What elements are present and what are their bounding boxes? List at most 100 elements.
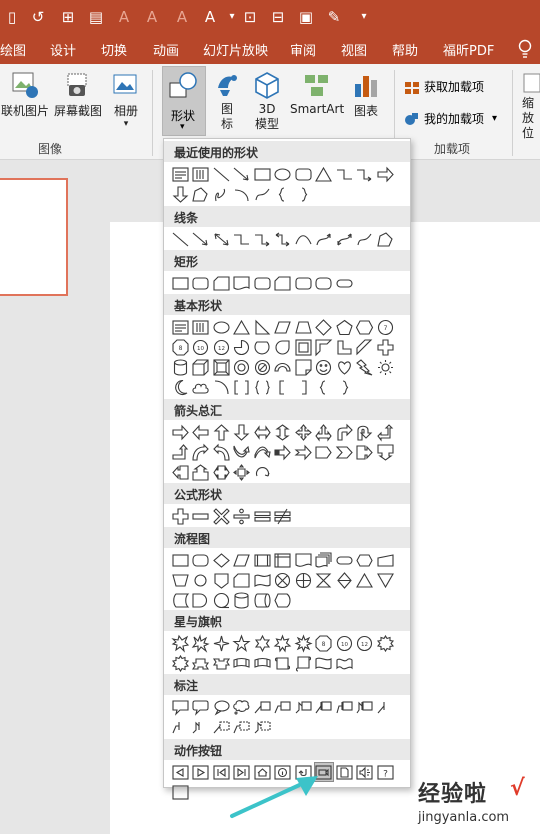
bracketr-shape-icon[interactable] [293, 377, 314, 397]
quadarrow-shape-icon[interactable] [293, 422, 314, 442]
star4-shape-icon[interactable] [211, 633, 232, 653]
diamond-shape-icon[interactable] [314, 317, 335, 337]
curvearrow-shape-icon[interactable] [314, 229, 335, 249]
num10-shape-icon[interactable]: 10 [334, 633, 355, 653]
lcallout3n-shape-icon[interactable] [191, 717, 212, 737]
donut-shape-icon[interactable] [232, 357, 253, 377]
chevron-down-icon[interactable]: ▾ [222, 7, 242, 27]
decagon-shape-icon[interactable]: 8 [314, 633, 335, 653]
lrcallout-shape-icon[interactable] [211, 462, 232, 482]
tab-transitions[interactable]: 切换 [101, 40, 127, 59]
diagstripe-shape-icon[interactable] [355, 337, 376, 357]
keyboard-icon[interactable]: ▤ [86, 7, 106, 27]
rcallout2-shape-icon[interactable] [191, 697, 212, 717]
wcallout-shape-icon[interactable] [170, 697, 191, 717]
fdirect-shape-icon[interactable] [252, 590, 273, 610]
text-effects-icon[interactable]: A [200, 7, 220, 27]
tab-design[interactable]: 设计 [50, 40, 76, 59]
pen-icon[interactable]: ✎ [324, 7, 344, 27]
bentarrow-shape-icon[interactable] [334, 422, 355, 442]
fdata-shape-icon[interactable] [232, 550, 253, 570]
scurve-shape-icon[interactable] [355, 229, 376, 249]
eqequal-shape-icon[interactable] [252, 506, 273, 526]
elbow-shape-icon[interactable] [232, 229, 253, 249]
elbowarrow-shape-icon[interactable] [355, 164, 376, 184]
lshape-shape-icon[interactable] [334, 337, 355, 357]
hexagon-shape-icon[interactable] [355, 317, 376, 337]
sun-shape-icon[interactable] [375, 357, 396, 377]
lrarrow-shape-icon[interactable] [252, 422, 273, 442]
triangle-shape-icon[interactable] [232, 317, 253, 337]
uarrow-shape-icon[interactable] [211, 422, 232, 442]
ellipse-shape-icon[interactable] [211, 317, 232, 337]
fdisplay-shape-icon[interactable] [273, 590, 294, 610]
lightning-shape-icon[interactable] [355, 357, 376, 377]
curve-shape-icon[interactable] [293, 229, 314, 249]
notchedr-shape-icon[interactable] [293, 442, 314, 462]
wave-shape-icon[interactable] [314, 653, 335, 673]
font-size-icon[interactable]: A [172, 7, 192, 27]
blockarc-shape-icon[interactable] [273, 357, 294, 377]
fmanop-shape-icon[interactable] [170, 570, 191, 590]
lupbent-shape-icon[interactable] [375, 422, 396, 442]
decagon-shape-icon[interactable]: 8 [170, 337, 191, 357]
star7-shape-icon[interactable] [273, 633, 294, 653]
ccallout-shape-icon[interactable] [232, 697, 253, 717]
rect-shape-icon[interactable] [170, 273, 191, 293]
scurve-shape-icon[interactable] [252, 184, 273, 204]
quadcallout-shape-icon[interactable] [232, 462, 253, 482]
dblbrace-shape-icon[interactable] [252, 377, 273, 397]
lcallout1-shape-icon[interactable] [252, 697, 273, 717]
tab-slideshow[interactable]: 幻灯片放映 [203, 40, 268, 59]
heptagon-shape-icon[interactable]: 7 [375, 317, 396, 337]
rarrow-shape-icon[interactable] [375, 164, 396, 184]
font-increase-icon[interactable]: A [114, 7, 134, 27]
fterm-shape-icon[interactable] [334, 273, 355, 293]
fdecision-shape-icon[interactable] [211, 550, 232, 570]
fcard-shape-icon[interactable] [273, 273, 294, 293]
curvedbl-shape-icon[interactable] [334, 229, 355, 249]
lruarrow-shape-icon[interactable] [314, 422, 335, 442]
lcallout1d-shape-icon[interactable] [211, 717, 232, 737]
chord-shape-icon[interactable] [252, 337, 273, 357]
star5-shape-icon[interactable] [232, 633, 253, 653]
for-shape-icon[interactable] [293, 570, 314, 590]
font-decrease-icon[interactable]: A [142, 7, 162, 27]
fseq-shape-icon[interactable] [211, 590, 232, 610]
my-addins-button[interactable]: 我的加载项 ▾ [404, 110, 497, 127]
fterm-shape-icon[interactable] [334, 550, 355, 570]
darrow-shape-icon[interactable] [170, 184, 191, 204]
moon-shape-icon[interactable] [170, 377, 191, 397]
fmultidoc-shape-icon[interactable] [314, 550, 335, 570]
brace-shape-icon[interactable] [314, 377, 335, 397]
fconn-shape-icon[interactable] [191, 570, 212, 590]
nosymbol-shape-icon[interactable] [252, 357, 273, 377]
elbowdbl-shape-icon[interactable] [273, 229, 294, 249]
dodec-shape-icon[interactable]: 12 [211, 337, 232, 357]
explosion2-shape-icon[interactable] [191, 633, 212, 653]
cloud-shape-icon[interactable] [191, 377, 212, 397]
dwave-shape-icon[interactable] [334, 653, 355, 673]
group-icon[interactable]: ⊡ [240, 7, 260, 27]
bracket-shape-icon[interactable] [273, 377, 294, 397]
fprep-shape-icon[interactable] [355, 550, 376, 570]
star6-shape-icon[interactable] [252, 633, 273, 653]
dblarrow-shape-icon[interactable] [211, 229, 232, 249]
num10-shape-icon[interactable]: 10 [191, 337, 212, 357]
scribble-shape-icon[interactable] [211, 184, 232, 204]
tab-draw[interactable]: 绘图 [0, 40, 26, 59]
freeform-shape-icon[interactable] [191, 184, 212, 204]
curvedr-shape-icon[interactable] [191, 442, 212, 462]
darrow-shape-icon[interactable] [232, 422, 253, 442]
uturn-shape-icon[interactable] [355, 422, 376, 442]
lcallout2n-shape-icon[interactable] [170, 717, 191, 737]
eqminus-shape-icon[interactable] [191, 506, 212, 526]
eqplus-shape-icon[interactable] [170, 506, 191, 526]
vtextbox-shape-icon[interactable] [191, 317, 212, 337]
halfframe-shape-icon[interactable] [314, 337, 335, 357]
lcallout1n-shape-icon[interactable] [375, 697, 396, 717]
pie-shape-icon[interactable] [232, 337, 253, 357]
fextract-shape-icon[interactable] [355, 570, 376, 590]
rcallout-shape-icon[interactable] [355, 442, 376, 462]
frame-shape-icon[interactable] [293, 337, 314, 357]
